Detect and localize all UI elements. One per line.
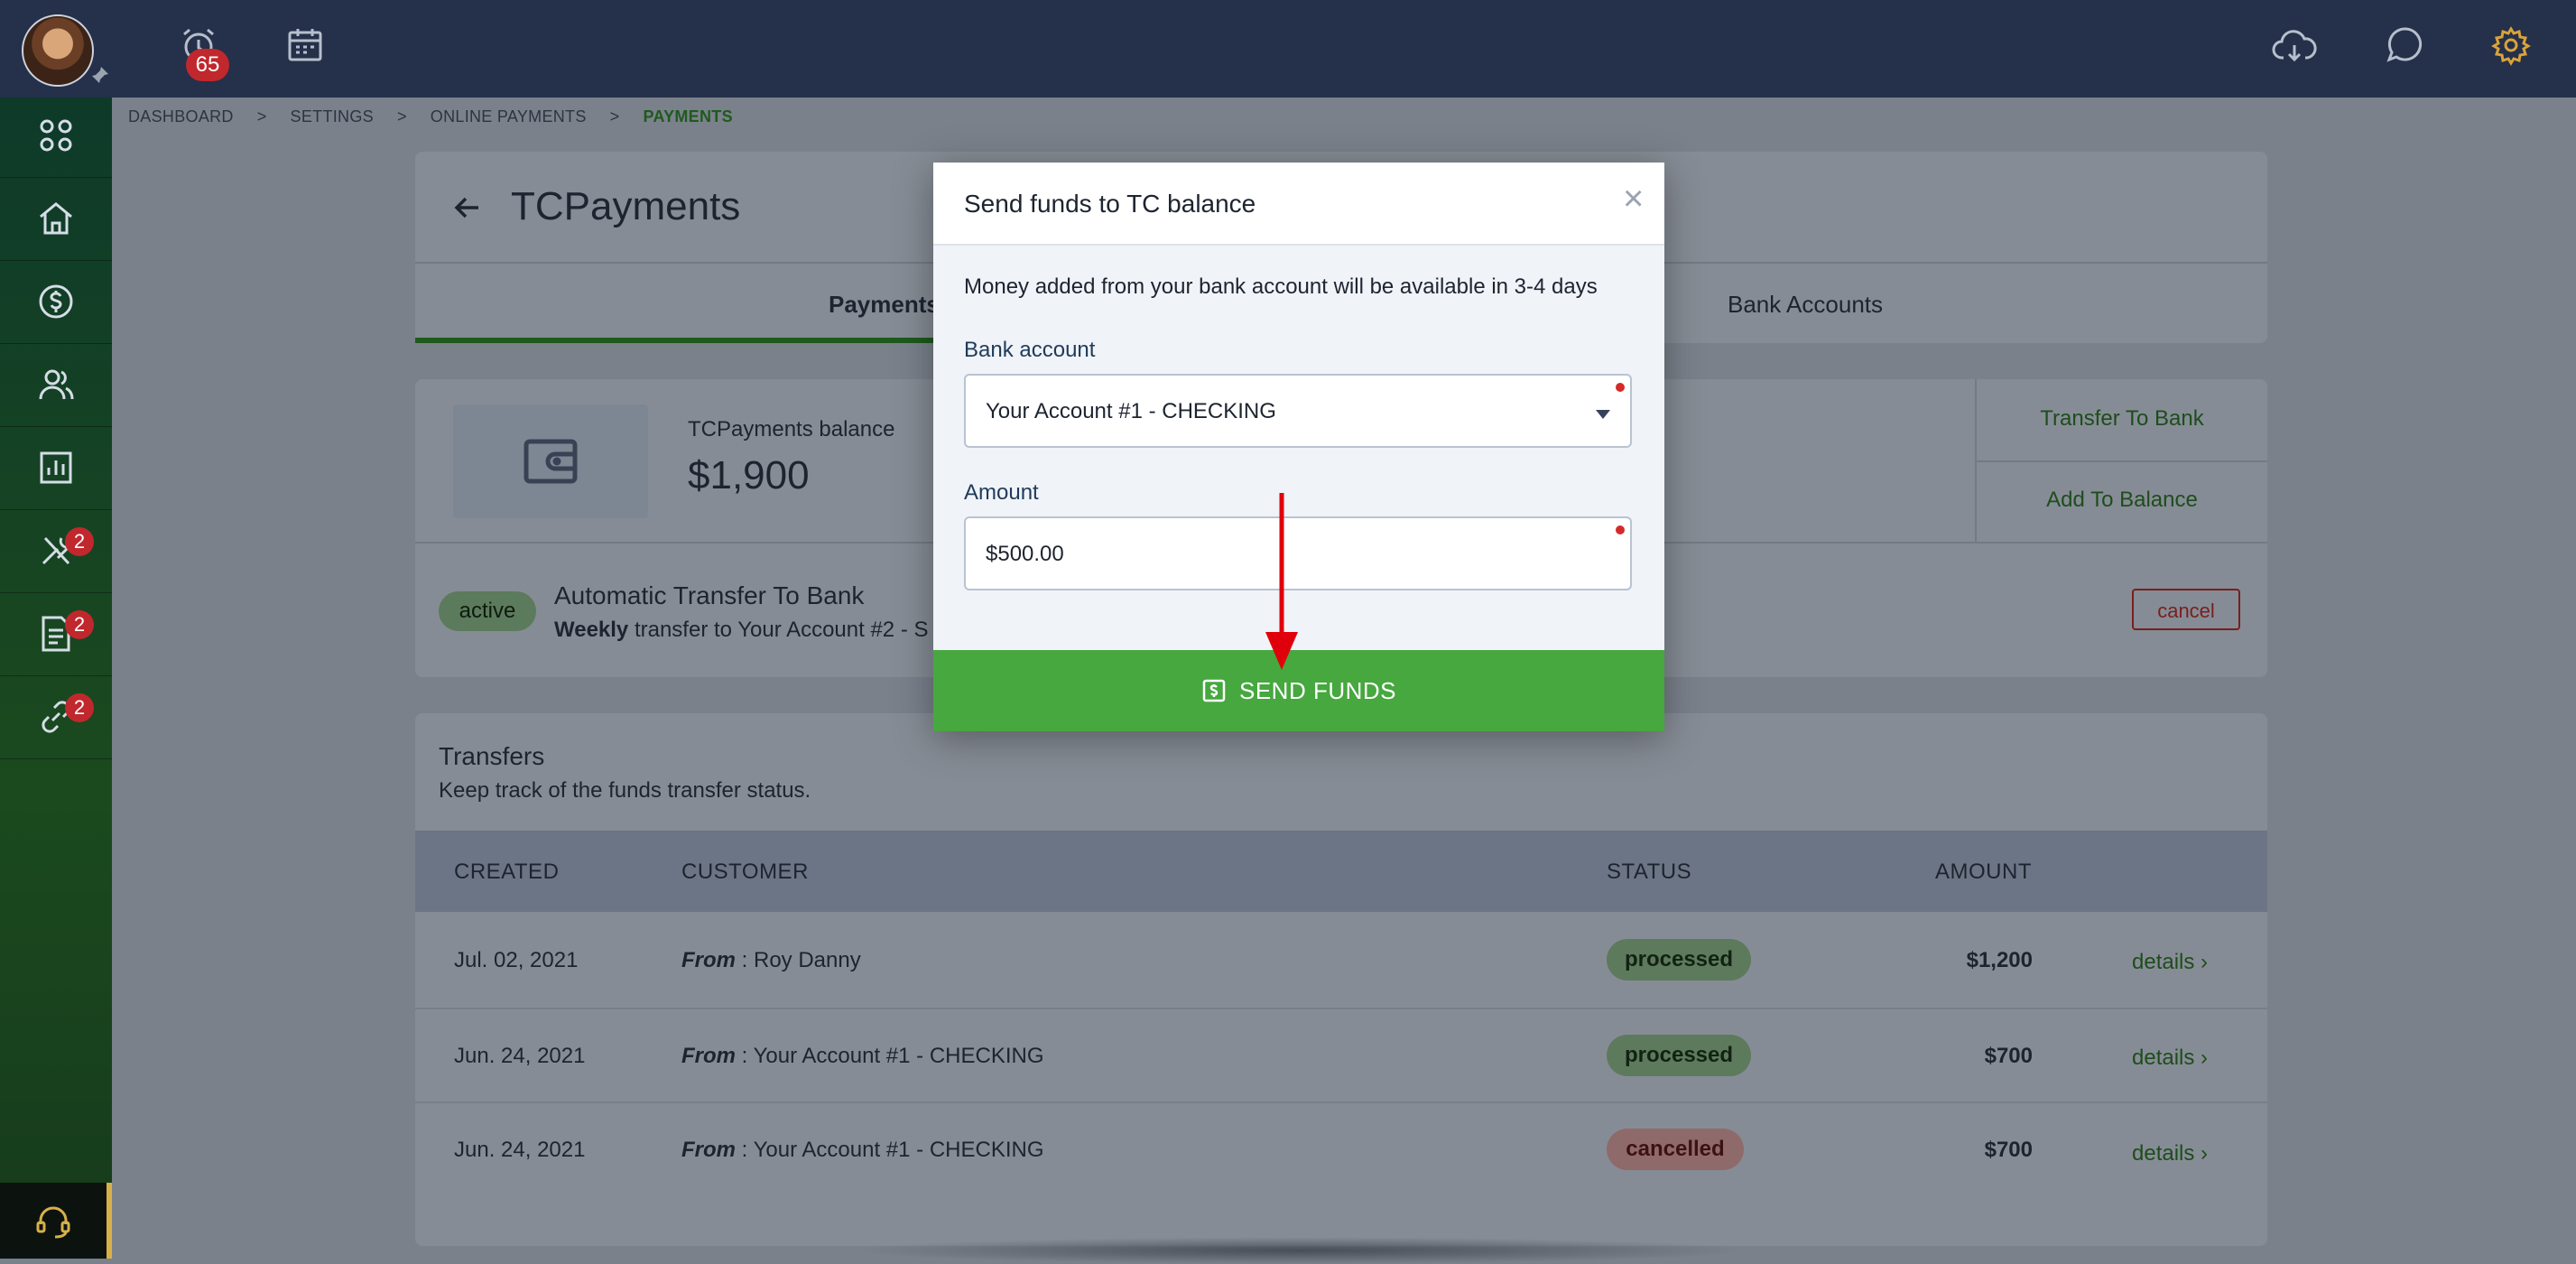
sidebar-item-home[interactable] [0, 177, 112, 261]
chevron-right-icon: > [609, 107, 620, 125]
status-badge: active [439, 591, 536, 631]
support-button[interactable] [0, 1183, 112, 1259]
page-title: TCPayments [511, 184, 741, 228]
sidebar-item-apps[interactable] [0, 94, 112, 178]
home-icon [36, 199, 76, 238]
gear-icon[interactable] [2489, 23, 2533, 67]
customer-cell: From : Roy Danny [681, 948, 861, 973]
cloud-download-icon[interactable] [2271, 23, 2318, 70]
details-label: details [2132, 1046, 2195, 1070]
status-badge: processed [1607, 939, 1751, 981]
amount: $700 [1984, 1138, 2033, 1162]
sidebar-badge: 2 [65, 527, 94, 556]
bank-account-value: Your Account #1 - CHECKING [986, 399, 1276, 423]
active-tab-indicator [415, 338, 935, 343]
auto-transfer-title: Automatic Transfer To Bank [554, 581, 865, 609]
details-link[interactable]: details › [2132, 1141, 2208, 1166]
dollar-circle-icon [36, 282, 76, 321]
customer-name: : Roy Danny [736, 948, 861, 972]
users-icon [36, 365, 76, 404]
customer-cell: From : Your Account #1 - CHECKING [681, 1138, 1044, 1163]
avatar[interactable] [22, 14, 94, 87]
from-label: From [681, 948, 736, 972]
breadcrumb-online-payments[interactable]: ONLINE PAYMENTS [431, 107, 587, 126]
chevron-right-icon: > [396, 107, 407, 125]
column-amount[interactable]: AMOUNT [1935, 860, 2032, 885]
calendar-icon[interactable] [283, 23, 327, 67]
chevron-right-icon: › [2201, 1046, 2209, 1070]
divider [1977, 460, 2267, 462]
headset-icon [33, 1201, 73, 1241]
amount-value: $500.00 [986, 542, 1064, 566]
sidebar-badge: 2 [65, 610, 94, 639]
wallet-icon [453, 404, 648, 518]
transfer-to-bank-button[interactable]: Transfer To Bank [1977, 406, 2267, 432]
column-customer[interactable]: CUSTOMER [681, 860, 809, 885]
details-link[interactable]: details › [2132, 950, 2208, 975]
top-bar [0, 0, 2576, 98]
annotation-arrow [1260, 491, 1303, 672]
created-date: Jun. 24, 2021 [454, 1044, 586, 1068]
apps-grid-icon [36, 116, 76, 155]
pin-icon [90, 65, 110, 85]
column-created[interactable]: CREATED [454, 860, 559, 885]
customer-cell: From : Your Account #1 - CHECKING [681, 1044, 1044, 1069]
details-label: details [2132, 950, 2195, 974]
send-funds-label: SEND FUNDS [1238, 676, 1396, 704]
status-badge: processed [1607, 1035, 1751, 1076]
sidebar-item-integrations[interactable]: 2 [0, 675, 112, 759]
breadcrumb-settings[interactable]: SETTINGS [291, 107, 374, 126]
balance-value: $1,900 [688, 453, 810, 497]
back-arrow-icon[interactable] [451, 191, 484, 224]
amount: $1,200 [1966, 948, 2033, 972]
transfers-subtitle: Keep track of the funds transfer status. [439, 778, 811, 803]
sidebar-item-tools[interactable]: 2 [0, 509, 112, 593]
notification-count-badge: 65 [186, 49, 229, 81]
auto-transfer-frequency: Weekly [554, 618, 629, 642]
modal-title: Send funds to TC balance [964, 190, 1256, 218]
auto-transfer-description: Weekly transfer to Your Account #2 - S [554, 618, 929, 643]
cancel-auto-transfer-button[interactable]: cancel [2132, 589, 2240, 630]
amount-label: Amount [964, 480, 1039, 505]
chevron-right-icon: › [2201, 1141, 2209, 1166]
details-label: details [2132, 1141, 2195, 1166]
tab-payments[interactable]: Payments [829, 291, 940, 319]
sidebar-item-documents[interactable]: 2 [0, 592, 112, 676]
required-indicator [1616, 525, 1625, 534]
sidebar-badge: 2 [65, 693, 94, 722]
created-date: Jul. 02, 2021 [454, 948, 579, 972]
sidebar-item-payments[interactable] [0, 260, 112, 344]
bank-account-label: Bank account [964, 338, 1096, 362]
column-status[interactable]: STATUS [1607, 860, 1691, 885]
breadcrumb-payments: PAYMENTS [643, 107, 733, 125]
transfers-title: Transfers [439, 742, 545, 770]
money-icon [1201, 678, 1227, 703]
balance-label: TCPayments balance [688, 417, 895, 441]
details-link[interactable]: details › [2132, 1046, 2208, 1071]
amount: $700 [1984, 1044, 2033, 1068]
caret-down-icon [1596, 410, 1610, 419]
chevron-right-icon: > [256, 107, 267, 125]
chat-icon[interactable] [2383, 23, 2426, 67]
close-icon[interactable]: × [1623, 181, 1644, 217]
auto-transfer-detail: transfer to Your Account #2 - S [634, 618, 929, 642]
sidebar-item-users[interactable] [0, 343, 112, 427]
customer-name: : Your Account #1 - CHECKING [736, 1044, 1044, 1068]
chevron-right-icon: › [2201, 950, 2209, 974]
modal-info-text: Money added from your bank account will … [964, 274, 1598, 299]
add-to-balance-button[interactable]: Add To Balance [1977, 488, 2267, 513]
customer-name: : Your Account #1 - CHECKING [736, 1138, 1044, 1162]
from-label: From [681, 1044, 736, 1068]
bottom-shadow [848, 1237, 1751, 1264]
bar-chart-icon [36, 448, 76, 488]
from-label: From [681, 1138, 736, 1162]
status-badge: cancelled [1607, 1129, 1744, 1170]
created-date: Jun. 24, 2021 [454, 1138, 586, 1162]
required-indicator [1616, 383, 1625, 392]
breadcrumb: DASHBOARD > SETTINGS > ONLINE PAYMENTS >… [112, 98, 2576, 135]
breadcrumb-dashboard[interactable]: DASHBOARD [128, 107, 234, 126]
bank-account-select[interactable]: Your Account #1 - CHECKING [964, 374, 1632, 448]
tab-bank-accounts[interactable]: Bank Accounts [1728, 291, 1883, 319]
sidebar-item-reports[interactable] [0, 426, 112, 510]
